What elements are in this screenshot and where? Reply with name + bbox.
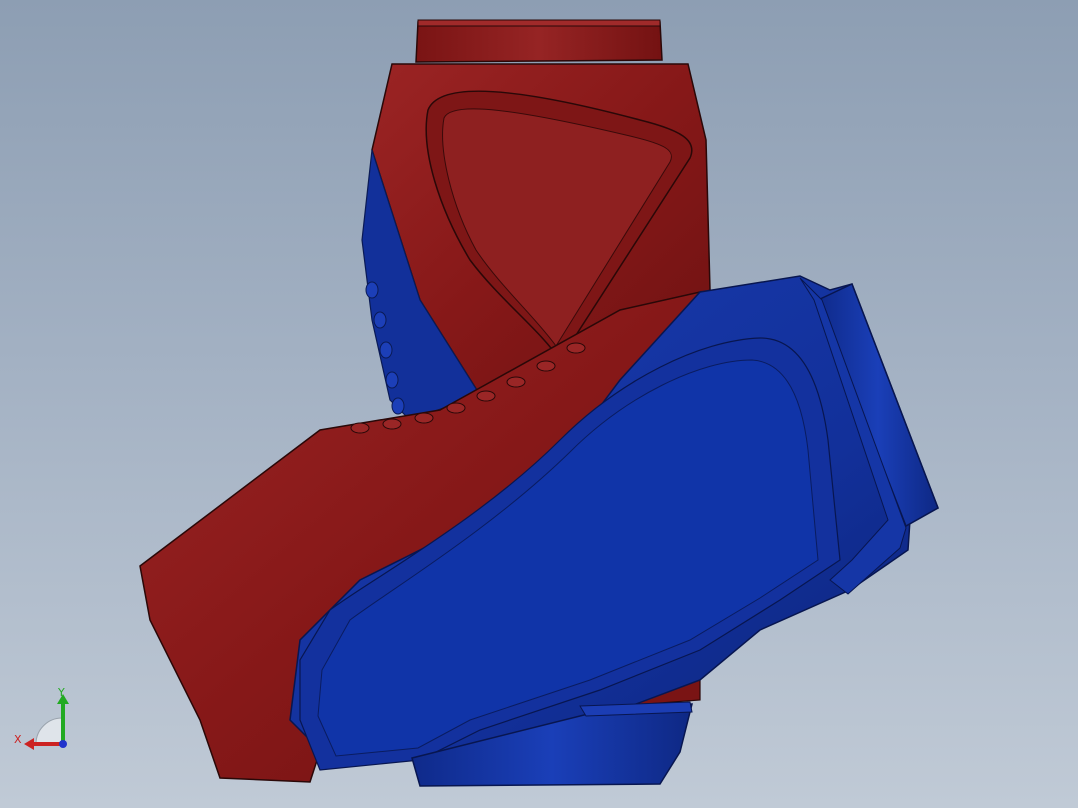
triad-arc-icon: [35, 717, 63, 745]
z-axis-dot: [59, 740, 67, 748]
x-axis-label: X: [14, 733, 22, 746]
top-collar-red: [415, 21, 663, 63]
top-collar-rim: [417, 19, 661, 27]
cad-model[interactable]: [0, 0, 1078, 808]
x-axis-arrow-icon: [24, 738, 34, 750]
coordinate-triad-icon: Y X: [10, 686, 80, 756]
y-axis-label: Y: [58, 686, 65, 699]
graphics-viewport[interactable]: Y X: [0, 0, 1078, 808]
